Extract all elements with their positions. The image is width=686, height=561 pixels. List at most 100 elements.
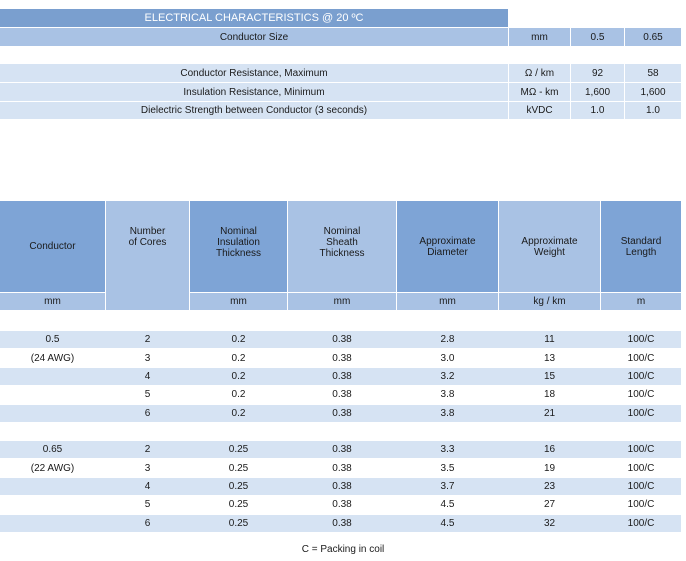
cell-diameter: 3.0 xyxy=(440,352,455,364)
property-value-1: 1.0 xyxy=(571,102,624,119)
header-cores-text: Number of Cores xyxy=(128,226,167,248)
cell-diameter: 3.8 xyxy=(440,389,455,401)
cell-length: 100/C xyxy=(627,407,655,419)
cell-conductor: (24 AWG) xyxy=(30,352,75,364)
table-row: (22 AWG) 3 0.25 0.38 3.5 19 100/C xyxy=(0,459,686,476)
table-row: 6 0.25 0.38 4.5 32 100/C xyxy=(0,514,686,532)
electrical-title: ELECTRICAL CHARACTERISTICS @ 20 ºC xyxy=(0,9,508,27)
cell-insulation: 0.25 xyxy=(228,444,249,456)
cell-weight: 23 xyxy=(543,480,556,492)
cell-length: 100/C xyxy=(627,444,655,456)
cell-insulation: 0.2 xyxy=(231,352,246,364)
unit-conductor: mm xyxy=(0,293,105,310)
cell-insulation: 0.2 xyxy=(231,407,246,419)
cell-length: 100/C xyxy=(627,334,655,346)
unit-sheath: mm xyxy=(288,293,396,310)
property-value-2: 58 xyxy=(625,64,681,82)
cell-cores: 2 xyxy=(144,444,151,456)
footnote: C = Packing in coil xyxy=(301,543,385,555)
cell-sheath: 0.38 xyxy=(332,499,352,511)
cell-length: 100/C xyxy=(627,370,655,382)
header-length-text: Standard Length xyxy=(620,235,662,258)
property-value-1: 92 xyxy=(571,64,624,82)
table-row: 6 0.2 0.38 3.8 21 100/C xyxy=(0,404,686,422)
cell-conductor xyxy=(0,478,105,495)
property-value-2: 1.0 xyxy=(625,102,681,119)
cell-cores: 6 xyxy=(144,517,151,529)
cell-diameter: 3.7 xyxy=(440,480,455,492)
cell-diameter: 2.8 xyxy=(440,334,455,346)
property-unit: kVDC xyxy=(509,102,570,119)
cell-length: 100/C xyxy=(627,480,655,492)
cell-weight: 32 xyxy=(543,517,556,529)
cell-length: 100/C xyxy=(627,499,655,511)
cell-cores: 5 xyxy=(144,389,151,401)
cell-conductor xyxy=(0,386,105,403)
cell-sheath: 0.38 xyxy=(332,462,352,474)
cell-diameter: 3.3 xyxy=(440,444,455,456)
cell-weight: 11 xyxy=(544,334,555,346)
conductor-size-unit: mm xyxy=(509,28,570,46)
cell-weight: 13 xyxy=(543,352,556,364)
cell-conductor xyxy=(0,368,105,385)
cell-length: 100/C xyxy=(627,517,655,529)
unit-insulation: mm xyxy=(190,293,287,310)
unit-diameter: mm xyxy=(397,293,498,310)
header-sheath: Nominal Sheath Thickness xyxy=(288,201,396,292)
cell-conductor: 0.5 xyxy=(45,334,60,346)
header-length: Standard Length xyxy=(601,201,681,292)
property-unit: Ω / km xyxy=(509,64,570,82)
cell-insulation: 0.25 xyxy=(228,462,249,474)
cell-diameter: 4.5 xyxy=(440,517,455,529)
cell-length: 100/C xyxy=(627,352,655,364)
cell-cores: 2 xyxy=(144,334,151,346)
table-row: 0.5 2 0.2 0.38 2.8 11 100/C xyxy=(0,331,686,349)
cell-cores: 3 xyxy=(144,352,151,364)
cell-sheath: 0.38 xyxy=(332,444,352,456)
cell-conductor: 0.65 xyxy=(42,444,63,456)
cell-conductor xyxy=(0,405,105,422)
cell-conductor: (22 AWG) xyxy=(30,462,75,474)
cell-sheath: 0.38 xyxy=(332,370,352,382)
table-row: (24 AWG) 3 0.2 0.38 3.0 13 100/C xyxy=(0,349,686,366)
cell-weight: 21 xyxy=(543,407,556,419)
property-label: Dielectric Strength between Conductor (3… xyxy=(0,102,508,119)
header-weight-text: Approximate Weight xyxy=(521,235,578,258)
cell-sheath: 0.38 xyxy=(332,517,352,529)
cell-weight: 16 xyxy=(543,444,556,456)
cell-cores: 4 xyxy=(144,370,151,382)
cell-cores: 3 xyxy=(144,462,151,474)
table-row: 5 0.25 0.38 4.5 27 100/C xyxy=(0,496,686,513)
cell-conductor xyxy=(0,515,105,532)
property-unit: MΩ - km xyxy=(509,83,570,101)
property-value-1: 1,600 xyxy=(571,83,624,101)
header-insulation: Nominal Insulation Thickness xyxy=(190,201,287,292)
conductor-size-label: Conductor Size xyxy=(0,28,508,46)
cell-diameter: 3.2 xyxy=(440,370,455,382)
cell-sheath: 0.38 xyxy=(332,407,352,419)
property-label: Conductor Resistance, Maximum xyxy=(0,64,508,82)
cell-diameter: 3.5 xyxy=(440,462,455,474)
unit-weight: kg / km xyxy=(499,293,600,310)
table-row: 4 0.25 0.38 3.7 23 100/C xyxy=(0,477,686,496)
cell-sheath: 0.38 xyxy=(332,352,352,364)
cell-insulation: 0.2 xyxy=(231,334,246,346)
cell-insulation: 0.25 xyxy=(228,480,249,492)
cell-length: 100/C xyxy=(627,462,655,474)
table-row: 4 0.2 0.38 3.2 15 100/C xyxy=(0,367,686,386)
cell-diameter: 4.5 xyxy=(440,499,455,511)
header-sheath-text: Nominal Sheath Thickness xyxy=(319,226,365,259)
cell-cores: 5 xyxy=(144,499,151,511)
cell-insulation: 0.25 xyxy=(228,517,249,529)
cell-cores: 6 xyxy=(144,407,151,419)
property-label: Insulation Resistance, Minimum xyxy=(0,83,508,101)
cell-weight: 15 xyxy=(543,370,556,382)
header-weight: Approximate Weight xyxy=(499,201,600,292)
header-diameter-text: Approximate Diameter xyxy=(419,235,476,258)
cell-length: 100/C xyxy=(627,389,655,401)
cell-sheath: 0.38 xyxy=(332,334,352,346)
table-row: 0.65 2 0.25 0.38 3.3 16 100/C xyxy=(0,441,686,459)
cell-weight: 27 xyxy=(543,499,556,511)
header-insulation-text: Nominal Insulation Thickness xyxy=(215,226,261,259)
cell-insulation: 0.2 xyxy=(231,389,246,401)
